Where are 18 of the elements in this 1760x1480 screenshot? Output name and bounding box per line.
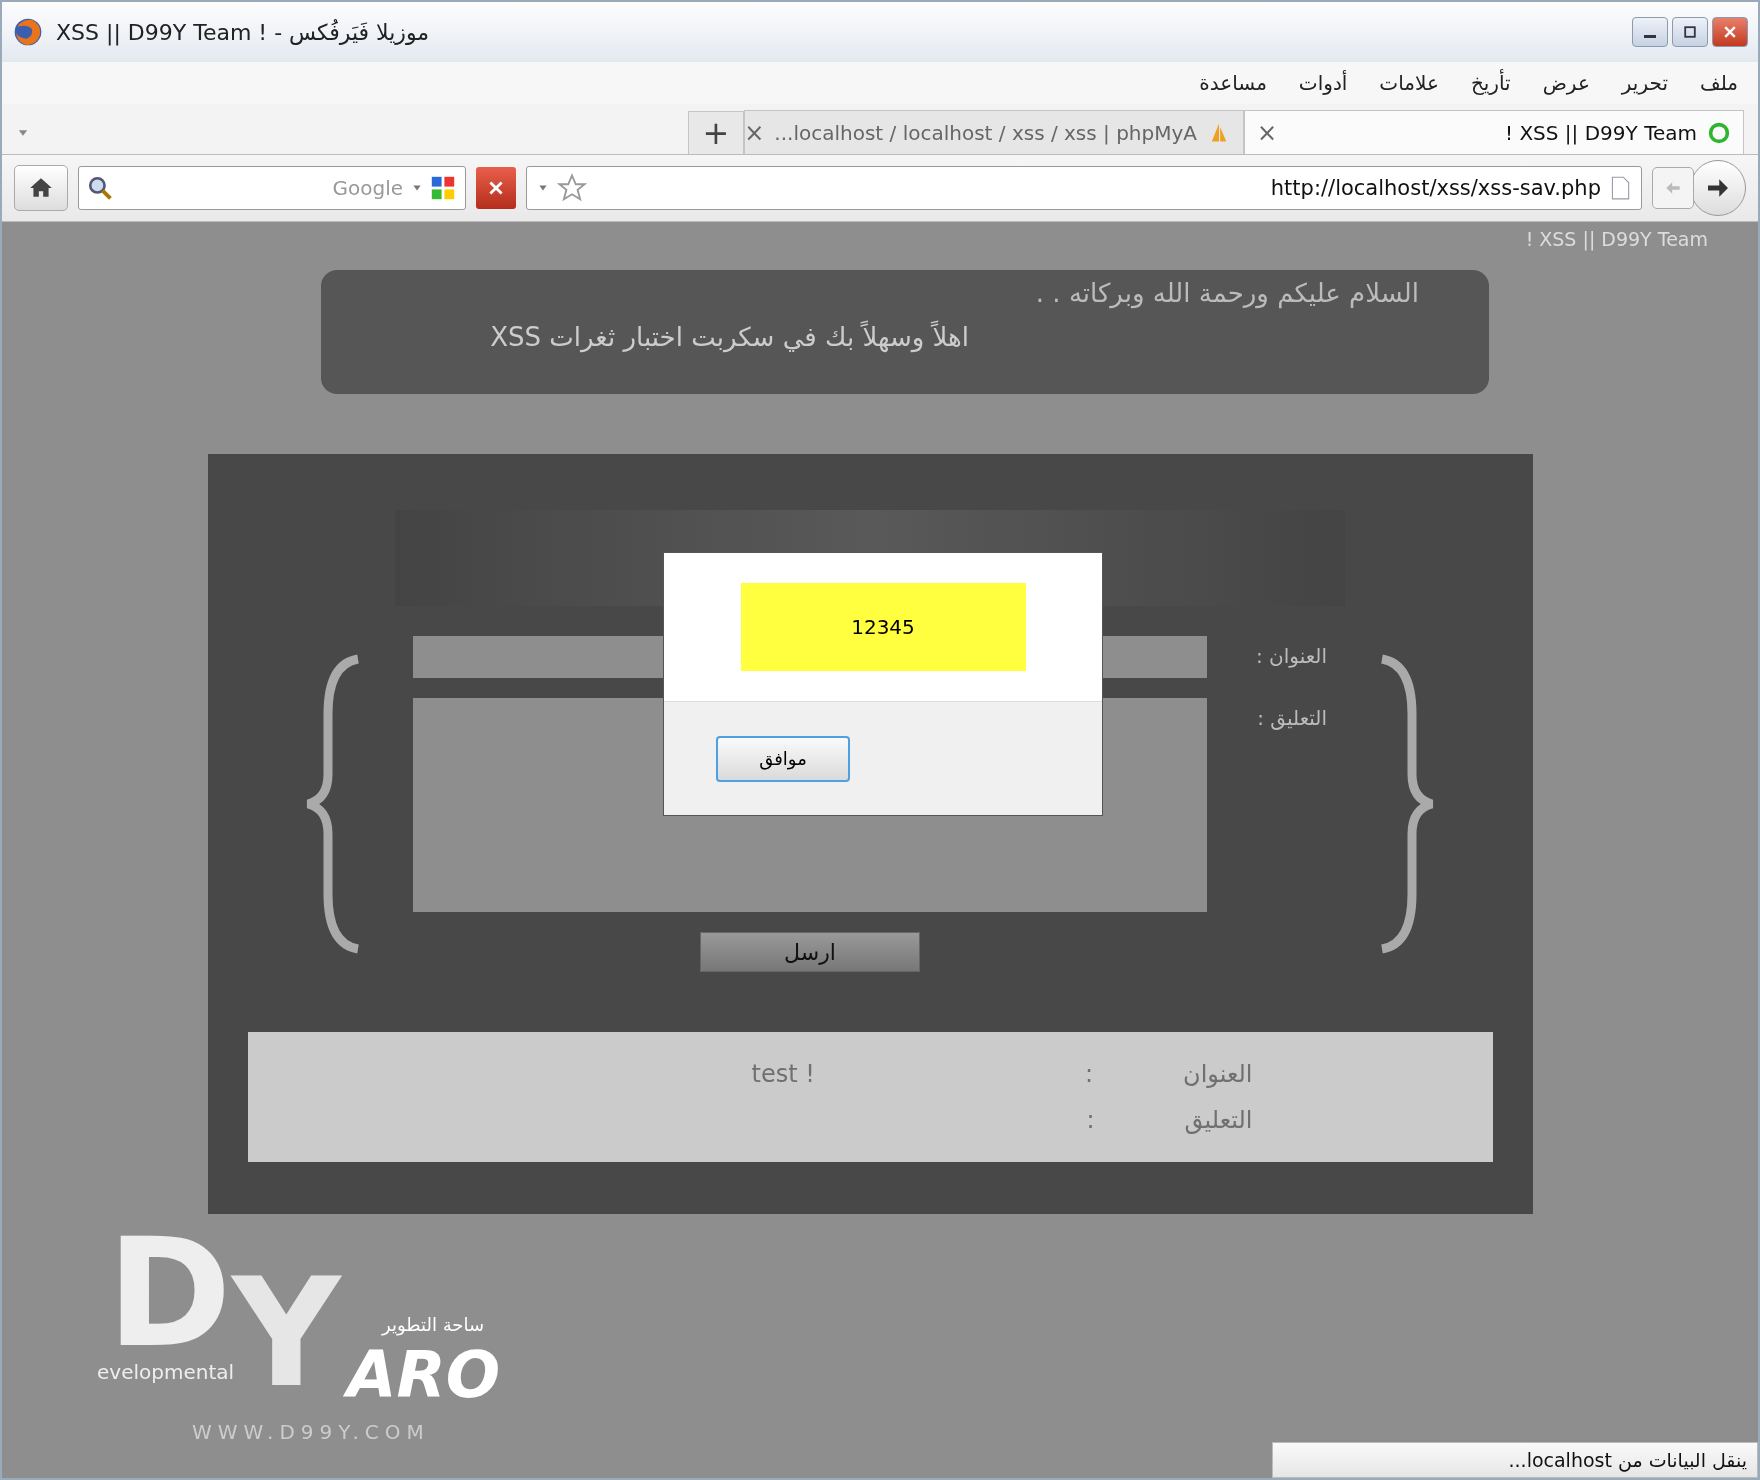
field-label: التعليق : [1256, 705, 1327, 730]
logo-url: WWW.D99Y.COM [192, 1420, 430, 1444]
result-value: test ! [751, 1060, 815, 1088]
ghost-tab-title: ! XSS || D99Y Team [1525, 228, 1708, 250]
alert-message: 12345 [740, 583, 1026, 671]
result-separator: : [1084, 1060, 1093, 1088]
logo-text: evelopmental [97, 1360, 235, 1384]
result-label: التعليق [1184, 1106, 1253, 1134]
greeting-text: السلام عليكم ورحمة الله وبركاته . . [1035, 278, 1419, 308]
result-separator: : [1086, 1106, 1095, 1134]
status-bar: ينقل البيانات من localhost... [1272, 1442, 1758, 1478]
welcome-text: اهلاً وسهلاً بك في سكربت اختبار ثغرات XSS [490, 322, 969, 352]
result-label: العنوان [1183, 1060, 1253, 1088]
logo-arabic-text: ساحة التطوير [382, 1314, 484, 1335]
tab-title: ...localhost / localhost / xss / xss | phpMyA [774, 120, 1197, 145]
window-title: XSS || D99Y Team ! - موزيلا فَيَرفُكس [56, 19, 430, 45]
field-label: العنوان : [1255, 643, 1327, 668]
tab-title: ! XSS || D99Y Team [1505, 120, 1697, 145]
